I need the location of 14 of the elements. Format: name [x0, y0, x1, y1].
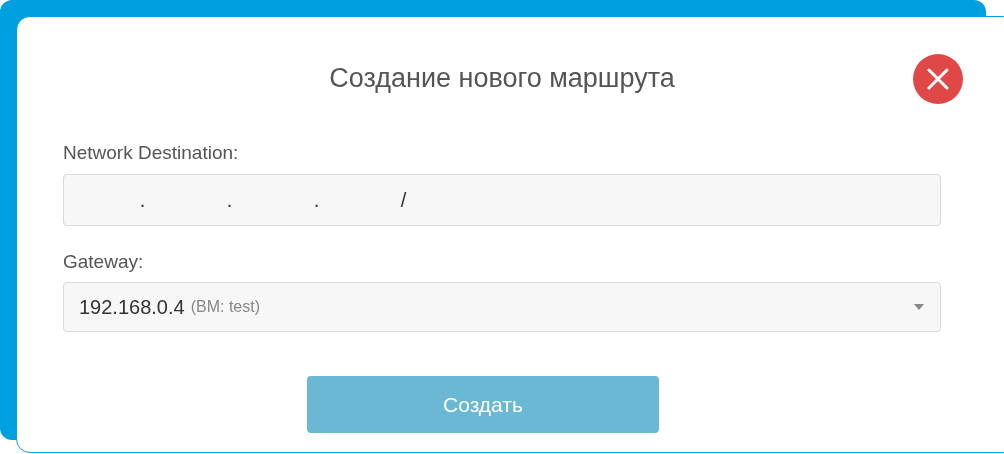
gateway-value: 192.168.0.4: [79, 295, 185, 320]
field-label: Network Destination:: [63, 141, 240, 165]
separator: /: [399, 187, 408, 213]
gateway-note: (BM: test): [190, 297, 260, 317]
separator: .: [225, 187, 234, 213]
separator: .: [312, 187, 321, 213]
ip-address-field[interactable]: . . . /: [63, 173, 941, 226]
close-icon: [927, 68, 949, 90]
dropdown-caret-icon: [914, 304, 924, 310]
close-button[interactable]: [913, 54, 963, 104]
field-label: Gateway:: [63, 249, 145, 274]
separator: .: [138, 187, 147, 213]
dialog-title: Создание нового маршрута: [329, 61, 675, 95]
gateway-select[interactable]: 192.168.0.4 (BM: test): [63, 282, 941, 332]
